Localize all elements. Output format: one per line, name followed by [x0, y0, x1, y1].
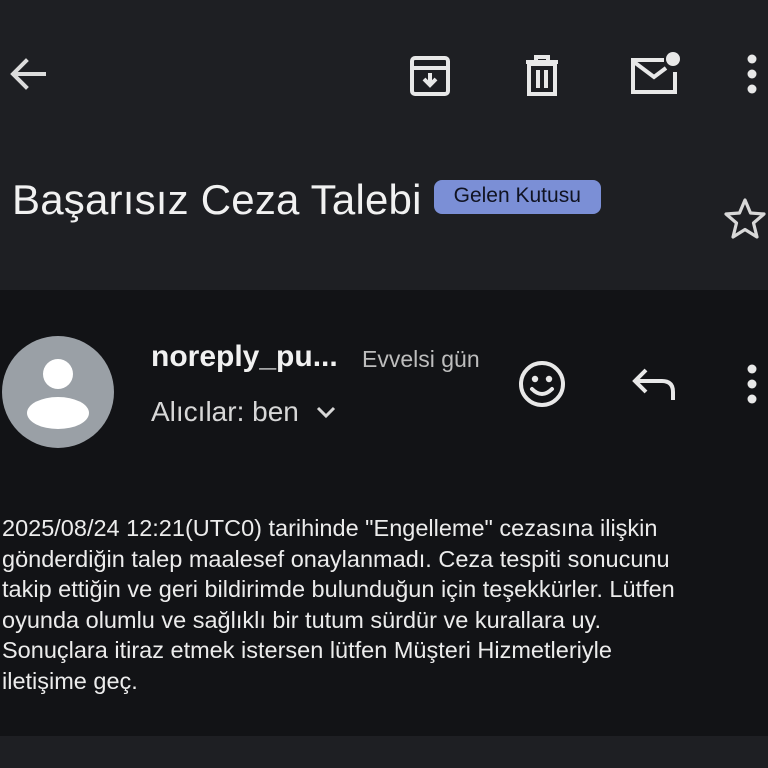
top-app-bar [0, 0, 768, 290]
message-more-vertical-icon[interactable] [738, 362, 766, 406]
archive-icon[interactable] [406, 52, 454, 100]
bottom-strip [0, 736, 768, 768]
more-vertical-icon[interactable] [738, 52, 766, 96]
trash-icon[interactable] [520, 52, 564, 100]
body-line: 2025/08/24 12:21(UTC0) tarihinde "Engell… [2, 515, 658, 541]
email-date: Evvelsi gün [362, 346, 480, 372]
sender-name[interactable]: noreply_pu... [151, 340, 338, 374]
email-body: 2025/08/24 12:21(UTC0) tarihinde "Engell… [2, 513, 766, 696]
mark-unread-icon[interactable] [628, 50, 682, 98]
recipients-row[interactable]: Alıcılar: ben [151, 396, 337, 428]
recipients-text: Alıcılar: ben [151, 396, 299, 427]
body-line: iletişime geç. [2, 667, 138, 694]
body-line: Sonuçlara itiraz etmek istersen lütfen M… [2, 637, 612, 663]
chevron-down-icon[interactable] [315, 405, 337, 424]
body-line: oyunda olumlu ve sağlıklı bir tutum sürd… [2, 606, 602, 633]
sender-avatar[interactable] [2, 336, 114, 448]
body-line: gönderdiğin talep maalesef onaylanmadı. … [2, 545, 670, 572]
inbox-label-chip[interactable]: Gelen Kutusu [433, 180, 601, 214]
body-line: takip ettiğin ve geri bildirimde bulundu… [2, 576, 675, 602]
reply-icon[interactable] [630, 364, 680, 404]
back-arrow-icon[interactable] [6, 52, 50, 96]
subject-row: Başarısız Ceza Talebi Gelen Kutusu [12, 170, 601, 230]
star-icon[interactable] [722, 196, 768, 242]
emoji-reaction-icon[interactable] [516, 358, 568, 410]
email-subject: Başarısız Ceza Talebi [12, 176, 422, 223]
